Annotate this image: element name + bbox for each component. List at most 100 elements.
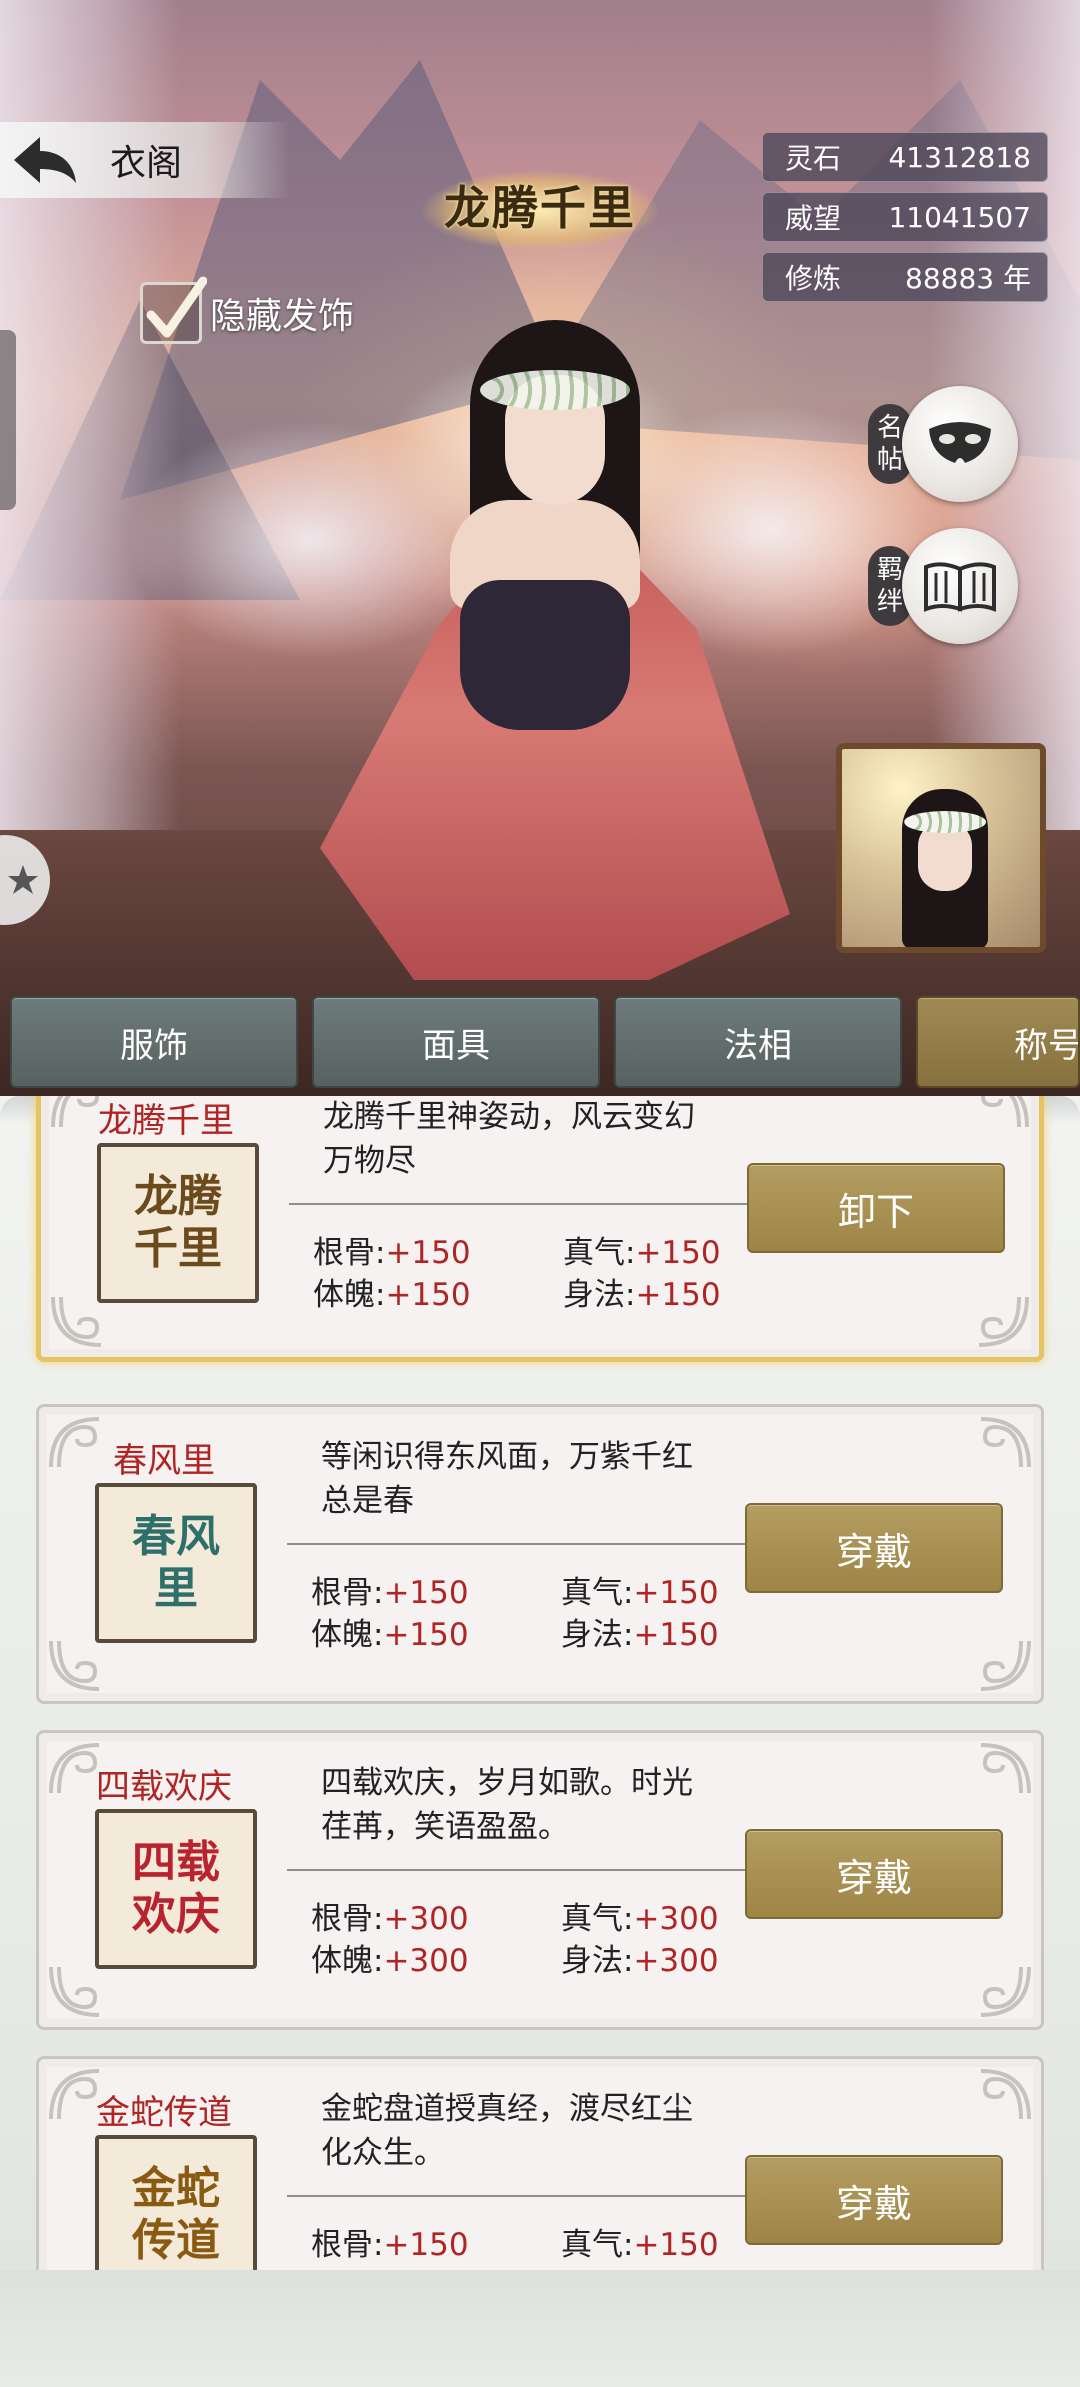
attribute-label: 真气: <box>561 2227 634 2263</box>
attribute: 身法:+300 <box>561 1935 719 1980</box>
title-badge-icon: 金蛇传道 <box>95 2135 257 2270</box>
page-title: 衣阁 <box>110 143 183 184</box>
equipped-title-emblem: 龙腾千里 <box>380 150 700 260</box>
attribute: 身法:+150 <box>561 1609 719 1654</box>
attribute: 体魄:+300 <box>311 1935 469 1980</box>
corner-swirl-ornament <box>978 1096 1029 1128</box>
attribute-value: +300 <box>383 1943 469 1979</box>
tab-dharma-form[interactable]: 法相 <box>614 996 902 1088</box>
title-list-panel: 龙腾千里 龙腾千里 龙腾千里神姿动，风云变幻万物尽 根骨:+150 真气:+150 体魄:… <box>0 1096 1080 2387</box>
corner-swirl-ornament <box>980 2069 1031 2120</box>
bond-button[interactable]: 羁绊 <box>868 528 1018 644</box>
title-card[interactable]: 春风里 春风里 等闲识得东风面，万紫千红总是春 根骨:+150 真气:+150 体魄:+1… <box>36 1404 1044 1704</box>
emblem-text: 龙腾千里 <box>444 181 636 235</box>
hide-hair-ornament-toggle[interactable]: 隐藏发饰 <box>140 276 355 344</box>
title-list[interactable]: 龙腾千里 龙腾千里 龙腾千里神姿动，风云变幻万物尽 根骨:+150 真气:+150 体魄:… <box>0 1096 1080 2270</box>
mask-icon[interactable] <box>902 386 1018 502</box>
stat-value: 41312818 <box>888 140 1031 174</box>
hide-hair-checkbox[interactable] <box>140 276 207 344</box>
attribute-label: 身法: <box>561 1943 634 1979</box>
tab-clothing[interactable]: 服饰 <box>10 996 298 1088</box>
attribute-label: 体魄: <box>311 1943 384 1979</box>
attribute: 根骨:+300 <box>311 1893 469 1938</box>
attribute: 真气:+150 <box>561 1567 719 1612</box>
back-arrow-icon[interactable] <box>0 122 90 198</box>
title-description: 四载欢庆，岁月如歌。时光荏苒，笑语盈盈。 <box>321 1765 693 1845</box>
badge-text: 龙腾千里 <box>134 1171 222 1274</box>
attribute-label: 身法: <box>561 1617 634 1653</box>
name-card-button[interactable]: 名帖 <box>868 386 1018 502</box>
title-description: 龙腾千里神姿动，风云变幻万物尽 <box>323 1099 695 1179</box>
corner-swirl-ornament <box>978 1296 1029 1347</box>
equip-button[interactable]: 穿戴 <box>745 1503 1003 1593</box>
hide-hair-label: 隐藏发饰 <box>210 296 355 337</box>
corner-swirl-ornament <box>49 1640 100 1691</box>
title-description: 金蛇盘道授真经，渡尽红尘化众生。 <box>321 2091 693 2171</box>
divider <box>287 1543 757 1545</box>
title-badge-icon: 龙腾千里 <box>97 1143 259 1303</box>
attribute-value: +150 <box>633 1575 719 1611</box>
corner-swirl-ornament <box>980 1743 1031 1794</box>
back-bar[interactable]: 衣阁 <box>0 122 290 198</box>
attribute: 真气:+150 <box>563 1227 721 1272</box>
attribute-value: +150 <box>383 2227 469 2263</box>
attribute-value: +150 <box>635 1277 721 1313</box>
title-badge-icon: 四载欢庆 <box>95 1809 257 1969</box>
character-bodice <box>460 580 630 730</box>
attribute-label: 体魄: <box>311 1617 384 1653</box>
attribute-value: +150 <box>383 1575 469 1611</box>
stat-label: 修炼 <box>785 262 842 295</box>
attribute: 根骨:+150 <box>313 1227 471 1272</box>
attribute-value: +150 <box>385 1235 471 1271</box>
attribute-label: 体魄: <box>313 1277 386 1313</box>
corner-swirl-ornament <box>980 1966 1031 2017</box>
character-portrait-card[interactable] <box>836 743 1046 953</box>
attribute-value: +150 <box>385 1277 471 1313</box>
attribute-label: 根骨: <box>311 1901 384 1937</box>
title-card[interactable]: 龙腾千里 龙腾千里 龙腾千里神姿动，风云变幻万物尽 根骨:+150 真气:+150 体魄:… <box>36 1096 1044 1362</box>
equip-button[interactable]: 穿戴 <box>745 2155 1003 2245</box>
attribute-label: 根骨: <box>313 1235 386 1271</box>
book-icon[interactable] <box>902 528 1018 644</box>
unequip-button[interactable]: 卸下 <box>747 1163 1005 1253</box>
badge-text: 金蛇传道 <box>132 2163 220 2266</box>
attribute: 根骨:+150 <box>311 1567 469 1612</box>
divider <box>287 1869 757 1871</box>
stat-label: 灵石 <box>785 142 842 175</box>
attribute-label: 根骨: <box>311 2227 384 2263</box>
stat-cultivation: 修炼 88883 年 <box>762 252 1048 302</box>
attribute: 根骨:+150 <box>311 2219 469 2264</box>
attribute: 真气:+300 <box>561 1893 719 1938</box>
divider <box>289 1203 759 1205</box>
attribute: 身法:+150 <box>563 1269 721 1314</box>
stat-spirit-stone: 灵石 41312818 <box>762 132 1048 182</box>
title-card[interactable]: 四载欢庆 四载欢庆 四载欢庆，岁月如歌。时光荏苒，笑语盈盈。 根骨:+300 真气:+3… <box>36 1730 1044 2030</box>
left-edge-handle[interactable] <box>0 330 16 510</box>
attribute-label: 身法: <box>563 1277 636 1313</box>
equip-button[interactable]: 穿戴 <box>745 1829 1003 1919</box>
tab-title[interactable]: 称号 <box>916 996 1080 1088</box>
attribute: 真气:+150 <box>561 2219 719 2264</box>
stat-label: 威望 <box>785 202 842 235</box>
tab-mask[interactable]: 面具 <box>312 996 600 1088</box>
badge-text: 四载欢庆 <box>132 1837 220 1940</box>
badge-text: 春风里 <box>132 1511 220 1614</box>
title-name: 春风里 <box>113 1441 215 1481</box>
title-name: 金蛇传道 <box>96 2093 232 2133</box>
attribute-label: 真气: <box>561 1901 634 1937</box>
tab-title-label: 称号 <box>1014 1025 1080 1066</box>
title-name: 四载欢庆 <box>96 1767 232 1807</box>
resource-stats: 灵石 41312818 威望 11041507 修炼 88883 年 <box>762 132 1048 312</box>
character-figure <box>240 300 840 1020</box>
attribute-value: +150 <box>633 1617 719 1653</box>
title-card[interactable]: 金蛇传道 金蛇传道 金蛇盘道授真经，渡尽红尘化众生。 根骨:+150 真气:+150 穿戴 <box>36 2056 1044 2270</box>
divider <box>287 2195 757 2197</box>
attribute-value: +150 <box>383 1617 469 1653</box>
flower-wreath <box>480 370 630 410</box>
attribute-label: 根骨: <box>311 1575 384 1611</box>
title-description: 等闲识得东风面，万紫千红总是春 <box>321 1439 693 1519</box>
attribute-value: +150 <box>633 2227 719 2263</box>
attribute-value: +300 <box>633 1943 719 1979</box>
corner-swirl-ornament <box>980 1640 1031 1691</box>
stat-value: 88883 年 <box>905 262 1031 295</box>
